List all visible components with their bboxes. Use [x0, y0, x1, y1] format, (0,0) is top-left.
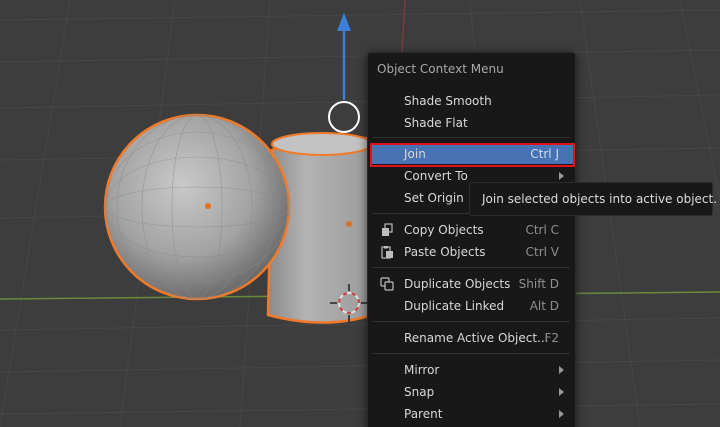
menu-item-join[interactable]: Join Ctrl J — [370, 143, 575, 167]
menu-item-shortcut: Alt D — [529, 299, 559, 313]
menu-item-shade-smooth[interactable]: Shade Smooth — [370, 91, 573, 111]
duplicate-icon — [380, 277, 394, 291]
menu-item-shortcut: Ctrl V — [525, 245, 559, 259]
menu-item-mirror[interactable]: Mirror — [370, 360, 573, 380]
3d-viewport[interactable]: Object Context Menu Shade Smooth Shade F… — [0, 0, 720, 427]
menu-title: Object Context Menu — [377, 62, 504, 76]
menu-item-label: Shade Flat — [404, 116, 468, 130]
submenu-arrow-icon — [559, 410, 564, 418]
menu-item-label: Duplicate Objects — [404, 277, 511, 291]
submenu-arrow-icon — [559, 172, 564, 180]
tooltip-text: Join selected objects into active object… — [482, 192, 718, 206]
menu-divider — [372, 137, 570, 138]
menu-item-shortcut: Shift D — [518, 277, 559, 291]
menu-item-shade-flat[interactable]: Shade Flat — [370, 113, 573, 133]
submenu-arrow-icon — [559, 388, 564, 396]
menu-item-label: Mirror — [404, 363, 440, 377]
menu-divider — [372, 353, 570, 354]
menu-item-label: Paste Objects — [404, 245, 486, 259]
menu-item-copy-objects[interactable]: Copy Objects Ctrl C — [370, 220, 573, 240]
menu-item-label: Snap — [404, 385, 435, 399]
menu-divider — [372, 267, 570, 268]
menu-item-snap[interactable]: Snap — [370, 382, 573, 402]
menu-item-duplicate-objects[interactable]: Duplicate Objects Shift D — [370, 274, 573, 294]
menu-item-shortcut: Ctrl J — [530, 147, 559, 161]
menu-item-label: Copy Objects — [404, 223, 484, 237]
menu-item-label: Set Origin — [404, 191, 464, 205]
menu-item-label: Rename Active Object... — [404, 331, 549, 345]
sphere-object — [103, 113, 291, 301]
menu-item-label: Join — [404, 147, 426, 161]
paste-icon — [381, 246, 393, 259]
menu-item-label: Convert To — [404, 169, 468, 183]
menu-divider — [372, 321, 570, 322]
copy-icon — [382, 223, 393, 236]
menu-item-shortcut: F2 — [544, 331, 559, 345]
menu-item-label: Duplicate Linked — [404, 299, 505, 313]
transform-gizmo-icon — [328, 13, 360, 133]
menu-item-rename-active-object[interactable]: Rename Active Object... F2 — [370, 328, 573, 348]
menu-item-duplicate-linked[interactable]: Duplicate Linked Alt D — [370, 296, 573, 316]
join-tooltip: Join selected objects into active object… — [469, 182, 717, 216]
menu-item-parent[interactable]: Parent — [370, 404, 573, 424]
menu-item-shortcut: Ctrl C — [525, 223, 559, 237]
menu-item-paste-objects[interactable]: Paste Objects Ctrl V — [370, 242, 573, 262]
submenu-arrow-icon — [559, 366, 564, 374]
object-context-menu: Object Context Menu Shade Smooth Shade F… — [367, 52, 576, 427]
menu-item-label: Shade Smooth — [404, 94, 492, 108]
menu-item-label: Parent — [404, 407, 443, 421]
